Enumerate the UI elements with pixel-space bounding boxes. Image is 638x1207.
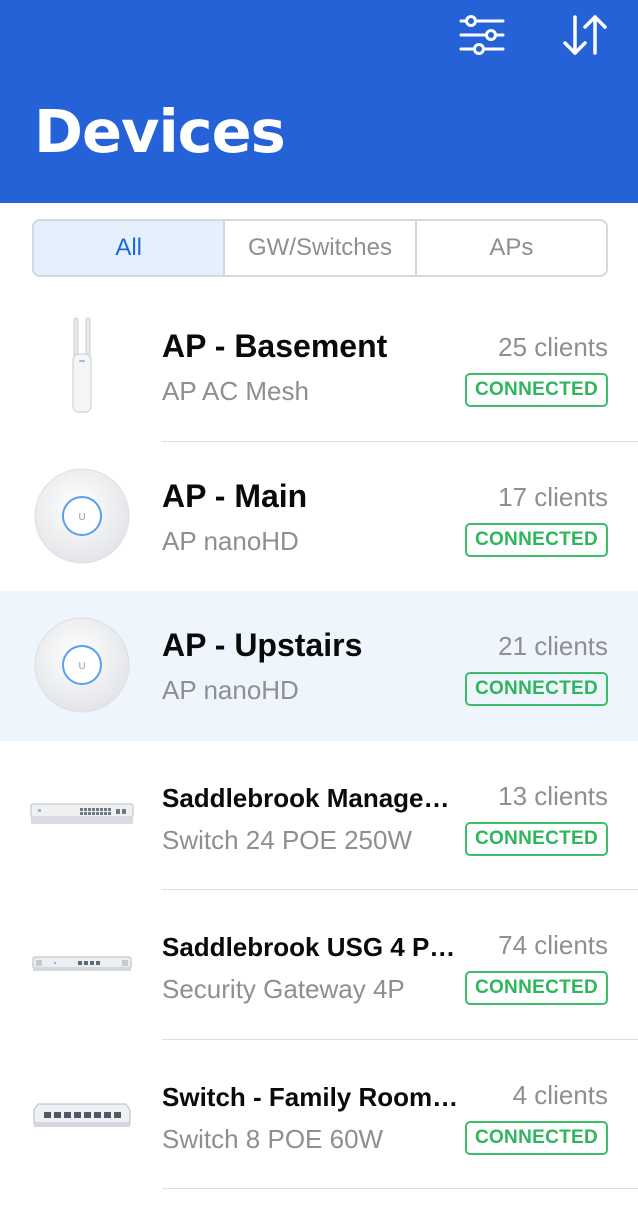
- sliders-icon[interactable]: [458, 12, 506, 58]
- status-badge: CONNECTED: [464, 373, 608, 407]
- device-name: AP - Basement: [162, 328, 388, 364]
- device-row[interactable]: Switch - Family Room -… Switch 8 POE 60W…: [0, 1040, 638, 1189]
- status-badge: CONNECTED: [464, 672, 608, 706]
- tab-gw-switches[interactable]: GW/Switches: [225, 221, 417, 275]
- svg-text:U: U: [78, 512, 85, 523]
- status-badge: CONNECTED: [464, 522, 608, 557]
- device-row[interactable]: Saddlebrook USG 4 Pr… Security Gateway 4…: [0, 890, 638, 1040]
- device-model: AP nanoHD: [162, 675, 299, 705]
- switch-24-icon: [20, 755, 144, 875]
- device-name: Saddlebrook USG 4 Pr…: [162, 932, 464, 962]
- client-count: 17 clients: [498, 481, 608, 512]
- client-count: 21 clients: [498, 631, 608, 661]
- client-count: 25 clients: [498, 332, 608, 362]
- tab-aps[interactable]: APs: [417, 221, 606, 275]
- device-name: Switch - Family Room -…: [162, 1081, 464, 1112]
- status-badge: CONNECTED: [464, 971, 608, 1005]
- device-row[interactable]: U AP - Main AP nanoHD 17 clients CONNECT…: [0, 442, 638, 592]
- device-model: Security Gateway 4P: [162, 974, 405, 1004]
- client-count: 74 clients: [498, 930, 608, 960]
- device-model: AP AC Mesh: [162, 376, 309, 406]
- ap-nanohd-icon: U: [20, 605, 144, 725]
- device-name: AP - Upstairs: [162, 627, 363, 663]
- device-row[interactable]: U AP - Upstairs AP nanoHD 21 clients CON…: [0, 591, 638, 741]
- device-list: AP - Basement AP AC Mesh 25 clients CONN…: [0, 292, 638, 1189]
- ap-nanohd-icon: U: [20, 456, 144, 576]
- device-filter-tabs: All GW/Switches APs: [32, 219, 608, 277]
- ap-mesh-icon: [20, 306, 144, 426]
- page-title: Devices: [34, 97, 286, 166]
- status-badge: CONNECTED: [464, 1120, 608, 1155]
- status-badge: CONNECTED: [464, 821, 608, 856]
- row-divider: [162, 1188, 638, 1189]
- tab-all[interactable]: All: [34, 221, 226, 275]
- switch-8-icon: [20, 1054, 144, 1174]
- device-name: AP - Main: [162, 477, 308, 514]
- device-row[interactable]: AP - Basement AP AC Mesh 25 clients CONN…: [0, 292, 638, 442]
- gateway-icon: [20, 904, 144, 1024]
- device-row[interactable]: Saddlebrook Managed… Switch 24 POE 250W …: [0, 741, 638, 890]
- device-model: AP nanoHD: [162, 525, 299, 556]
- device-name: Saddlebrook Managed…: [162, 782, 464, 813]
- client-count: 13 clients: [498, 780, 608, 811]
- sort-arrows-icon[interactable]: [561, 12, 609, 58]
- header-bar: Devices: [0, 0, 638, 203]
- device-model: Switch 24 POE 250W: [162, 824, 412, 855]
- device-model: Switch 8 POE 60W: [162, 1123, 384, 1154]
- svg-text:U: U: [78, 661, 85, 672]
- client-count: 4 clients: [512, 1079, 608, 1110]
